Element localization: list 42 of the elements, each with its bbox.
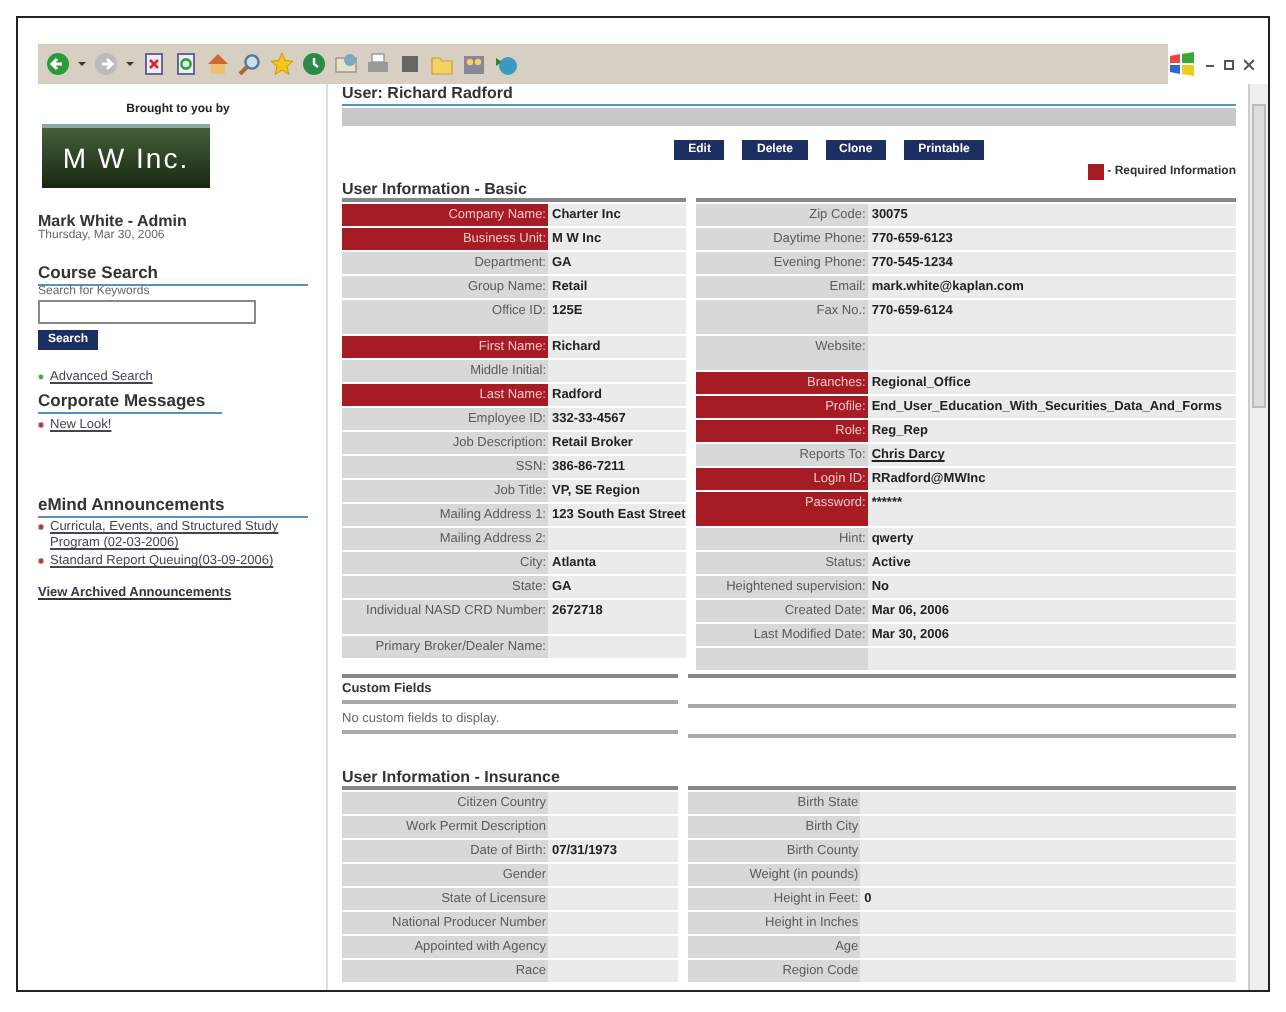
people-icon[interactable] <box>462 52 486 76</box>
search-icon[interactable] <box>238 52 262 76</box>
star-icon[interactable] <box>270 52 294 76</box>
user-name: Mark White - Admin <box>38 212 189 230</box>
stop-icon[interactable] <box>142 52 166 76</box>
mail-icon[interactable] <box>334 52 358 76</box>
section-title: User Information - Basic <box>342 180 529 198</box>
field-value <box>548 888 679 910</box>
square-icon[interactable] <box>398 52 422 76</box>
globe-icon[interactable] <box>494 52 518 76</box>
section-heading: eMind Announcements <box>38 494 308 518</box>
restore-icon[interactable] <box>1224 58 1234 70</box>
section-heading: Course Search <box>38 262 308 286</box>
asterisk-icon <box>38 524 44 530</box>
field-value <box>548 528 686 550</box>
required-swatch <box>1087 164 1104 180</box>
field-value <box>548 960 679 982</box>
field-value <box>548 936 679 958</box>
back-icon[interactable] <box>46 52 70 76</box>
section-title: User Information - Insurance <box>342 768 562 786</box>
field-value <box>548 864 679 886</box>
scroll-thumb[interactable] <box>1252 104 1266 408</box>
section-heading: Corporate Messages <box>38 390 222 414</box>
asterisk-icon <box>38 422 44 428</box>
history-icon[interactable] <box>302 52 326 76</box>
field-value <box>548 912 679 934</box>
scrollbar[interactable] <box>1248 84 1268 990</box>
bullet-icon <box>38 374 44 380</box>
close-icon[interactable] <box>1244 58 1254 70</box>
field-value <box>548 360 686 382</box>
keyword-input[interactable] <box>38 300 256 324</box>
forward-icon[interactable] <box>94 52 118 76</box>
printer-icon[interactable] <box>366 52 390 76</box>
home-icon[interactable] <box>206 52 230 76</box>
field-value <box>548 792 679 814</box>
refresh-icon[interactable] <box>174 52 198 76</box>
page-title: User: Richard Radford <box>342 84 1236 106</box>
field-value <box>548 816 679 838</box>
company-logo: M W Inc. <box>42 124 210 188</box>
windows-logo-icon <box>1168 52 1196 76</box>
field-value <box>548 636 686 658</box>
asterisk-icon <box>38 558 44 564</box>
